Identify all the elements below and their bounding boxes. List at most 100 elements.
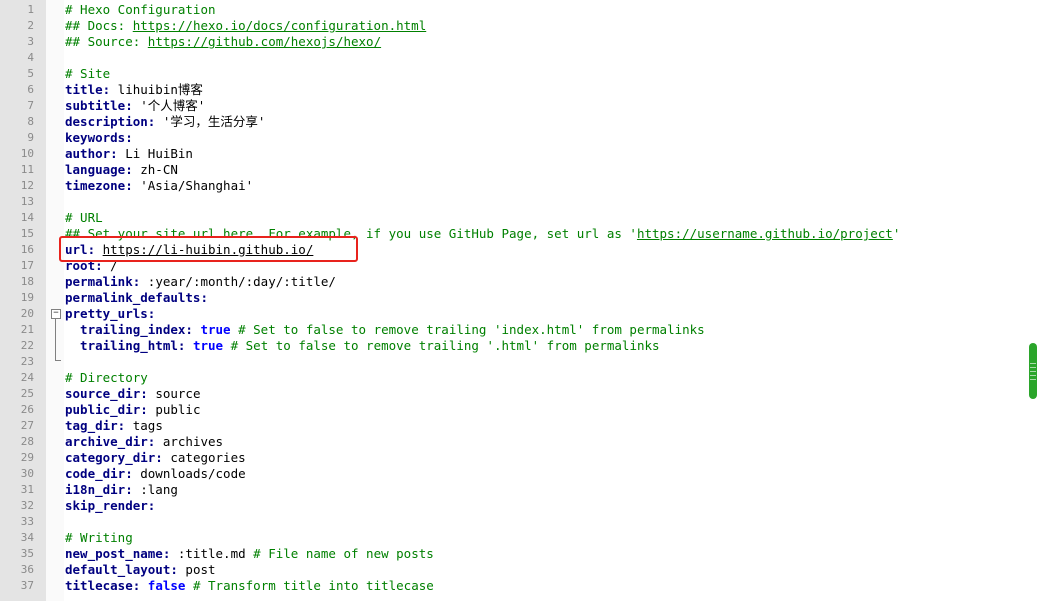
code-token[interactable]: https://hexo.io/docs/configuration.html <box>133 18 427 33</box>
code-line[interactable]: 11 language: zh-CN <box>0 162 1030 178</box>
code-line[interactable]: 24 # Directory <box>0 370 1030 386</box>
code-token: code_dir: <box>65 466 133 481</box>
code-text: ## Source: https://github.com/hexojs/hex… <box>65 34 381 50</box>
line-number: 7 <box>27 99 34 112</box>
code-text: # Directory <box>65 370 148 386</box>
line-number: 5 <box>27 67 34 80</box>
code-line[interactable]: 37 titlecase: false # Transform title int… <box>0 578 1030 594</box>
code-token: # Writing <box>65 530 133 545</box>
code-line[interactable]: 29 category_dir: categories <box>0 450 1030 466</box>
line-number: 37 <box>20 579 34 592</box>
code-token: Li HuiBin <box>117 146 193 161</box>
line-number: 11 <box>20 163 34 176</box>
code-token: default_layout: <box>65 562 178 577</box>
code-text: default_layout: post <box>65 562 216 578</box>
code-token: tag_dir: <box>65 418 126 433</box>
code-line[interactable]: 19 permalink_defaults: <box>0 290 1030 306</box>
line-number: 30 <box>20 467 34 480</box>
code-line[interactable]: 7 subtitle: '个人博客' <box>0 98 1030 114</box>
code-token: 'Asia/Shanghai' <box>132 178 254 193</box>
line-number: 4 <box>27 51 34 64</box>
code-line[interactable]: 18 permalink: :year/:month/:day/:title/ <box>0 274 1030 290</box>
code-line[interactable]: 6 title: lihuibin博客 <box>0 82 1030 98</box>
code-line[interactable]: 8 description: '学习，生活分享' <box>0 114 1030 130</box>
code-text: ## Docs: https://hexo.io/docs/configurat… <box>65 18 426 34</box>
code-token: ## Source: <box>65 34 148 49</box>
code-token: categories <box>162 450 246 465</box>
code-line[interactable]: 10 author: Li HuiBin <box>0 146 1030 162</box>
vertical-scrollbar[interactable] <box>1027 0 1039 601</box>
code-line[interactable]: 12 timezone: 'Asia/Shanghai' <box>0 178 1030 194</box>
code-text: subtitle: '个人博客' <box>65 98 205 114</box>
code-token: # URL <box>65 210 103 225</box>
line-number: 22 <box>20 339 34 352</box>
code-line[interactable]: 27 tag_dir: tags <box>0 418 1030 434</box>
code-line[interactable]: 9 keywords: <box>0 130 1030 146</box>
line-number: 15 <box>20 227 34 240</box>
code-token: downloads/code <box>132 466 246 481</box>
code-line[interactable]: 20 − pretty_urls: <box>0 306 1030 322</box>
code-token[interactable]: https://username.github.io/project <box>637 226 893 241</box>
code-editor[interactable]: 1 # Hexo Configuration 2 ## Docs: https://h… <box>0 2 1030 594</box>
code-line[interactable]: 2 ## Docs: https://hexo.io/docs/configura… <box>0 18 1030 34</box>
code-token: # Hexo Configuration <box>65 2 216 17</box>
line-number: 18 <box>20 275 34 288</box>
code-token: '学习，生活分享' <box>155 114 266 129</box>
line-number: 1 <box>27 3 34 16</box>
code-token: post <box>177 562 216 577</box>
code-token: source_dir: <box>65 386 148 401</box>
code-token: ## Docs: <box>65 18 133 33</box>
code-line[interactable]: 3 ## Source: https://github.com/hexojs/he… <box>0 34 1030 50</box>
code-line[interactable]: 31 i18n_dir: :lang <box>0 482 1030 498</box>
code-line[interactable]: 13 <box>0 194 1030 210</box>
code-line[interactable]: 25 source_dir: source <box>0 386 1030 402</box>
code-token[interactable]: https://github.com/hexojs/hexo/ <box>148 34 381 49</box>
line-number: 23 <box>20 355 34 368</box>
code-line[interactable]: 22 trailing_html: true # Set to false to… <box>0 338 1030 354</box>
line-number: 35 <box>20 547 34 560</box>
code-line[interactable]: 36 default_layout: post <box>0 562 1030 578</box>
code-text: public_dir: public <box>65 402 200 418</box>
code-text: permalink_defaults: <box>65 290 208 306</box>
code-text: keywords: <box>65 130 133 146</box>
code-token: skip_render: <box>65 498 156 513</box>
line-number: 34 <box>20 531 34 544</box>
code-token: lihuibin博客 <box>110 82 203 97</box>
code-line[interactable]: 1 # Hexo Configuration <box>0 2 1030 18</box>
code-text: archive_dir: archives <box>65 434 223 450</box>
code-line[interactable]: 14 # URL <box>0 210 1030 226</box>
code-line[interactable]: 23 <box>0 354 1030 370</box>
code-line[interactable]: 30 code_dir: downloads/code <box>0 466 1030 482</box>
line-number: 28 <box>20 435 34 448</box>
code-text: trailing_html: true # Set to false to re… <box>65 338 660 354</box>
code-text: # Site <box>65 66 110 82</box>
scrollbar-thumb[interactable] <box>1029 343 1037 399</box>
code-line[interactable]: 34 # Writing <box>0 530 1030 546</box>
code-line[interactable]: 28 archive_dir: archives <box>0 434 1030 450</box>
code-line[interactable]: 5 # Site <box>0 66 1030 82</box>
line-number: 32 <box>20 499 34 512</box>
line-number: 24 <box>20 371 34 384</box>
line-number: 33 <box>20 515 34 528</box>
code-line[interactable]: 21 trailing_index: true # Set to false t… <box>0 322 1030 338</box>
code-text: # Writing <box>65 530 133 546</box>
fold-collapse-icon[interactable]: − <box>51 309 61 319</box>
code-line[interactable]: 33 <box>0 514 1030 530</box>
code-line[interactable]: 26 public_dir: public <box>0 402 1030 418</box>
line-number: 6 <box>27 83 34 96</box>
code-token: permalink: <box>65 274 141 289</box>
code-line[interactable]: 32 skip_render: <box>0 498 1030 514</box>
code-line[interactable]: 4 <box>0 50 1030 66</box>
code-token: # Set to false to remove trailing 'index… <box>230 322 705 337</box>
code-token: source <box>147 386 201 401</box>
code-token: # File name of new posts <box>253 546 434 561</box>
code-text: tag_dir: tags <box>65 418 163 434</box>
code-token: true <box>192 338 224 353</box>
code-line[interactable]: 35 new_post_name: :title.md # File name o… <box>0 546 1030 562</box>
code-token: :lang <box>132 482 178 497</box>
code-token: :year/:month/:day/:title/ <box>140 274 336 289</box>
line-number: 3 <box>27 35 34 48</box>
line-number: 12 <box>20 179 34 192</box>
